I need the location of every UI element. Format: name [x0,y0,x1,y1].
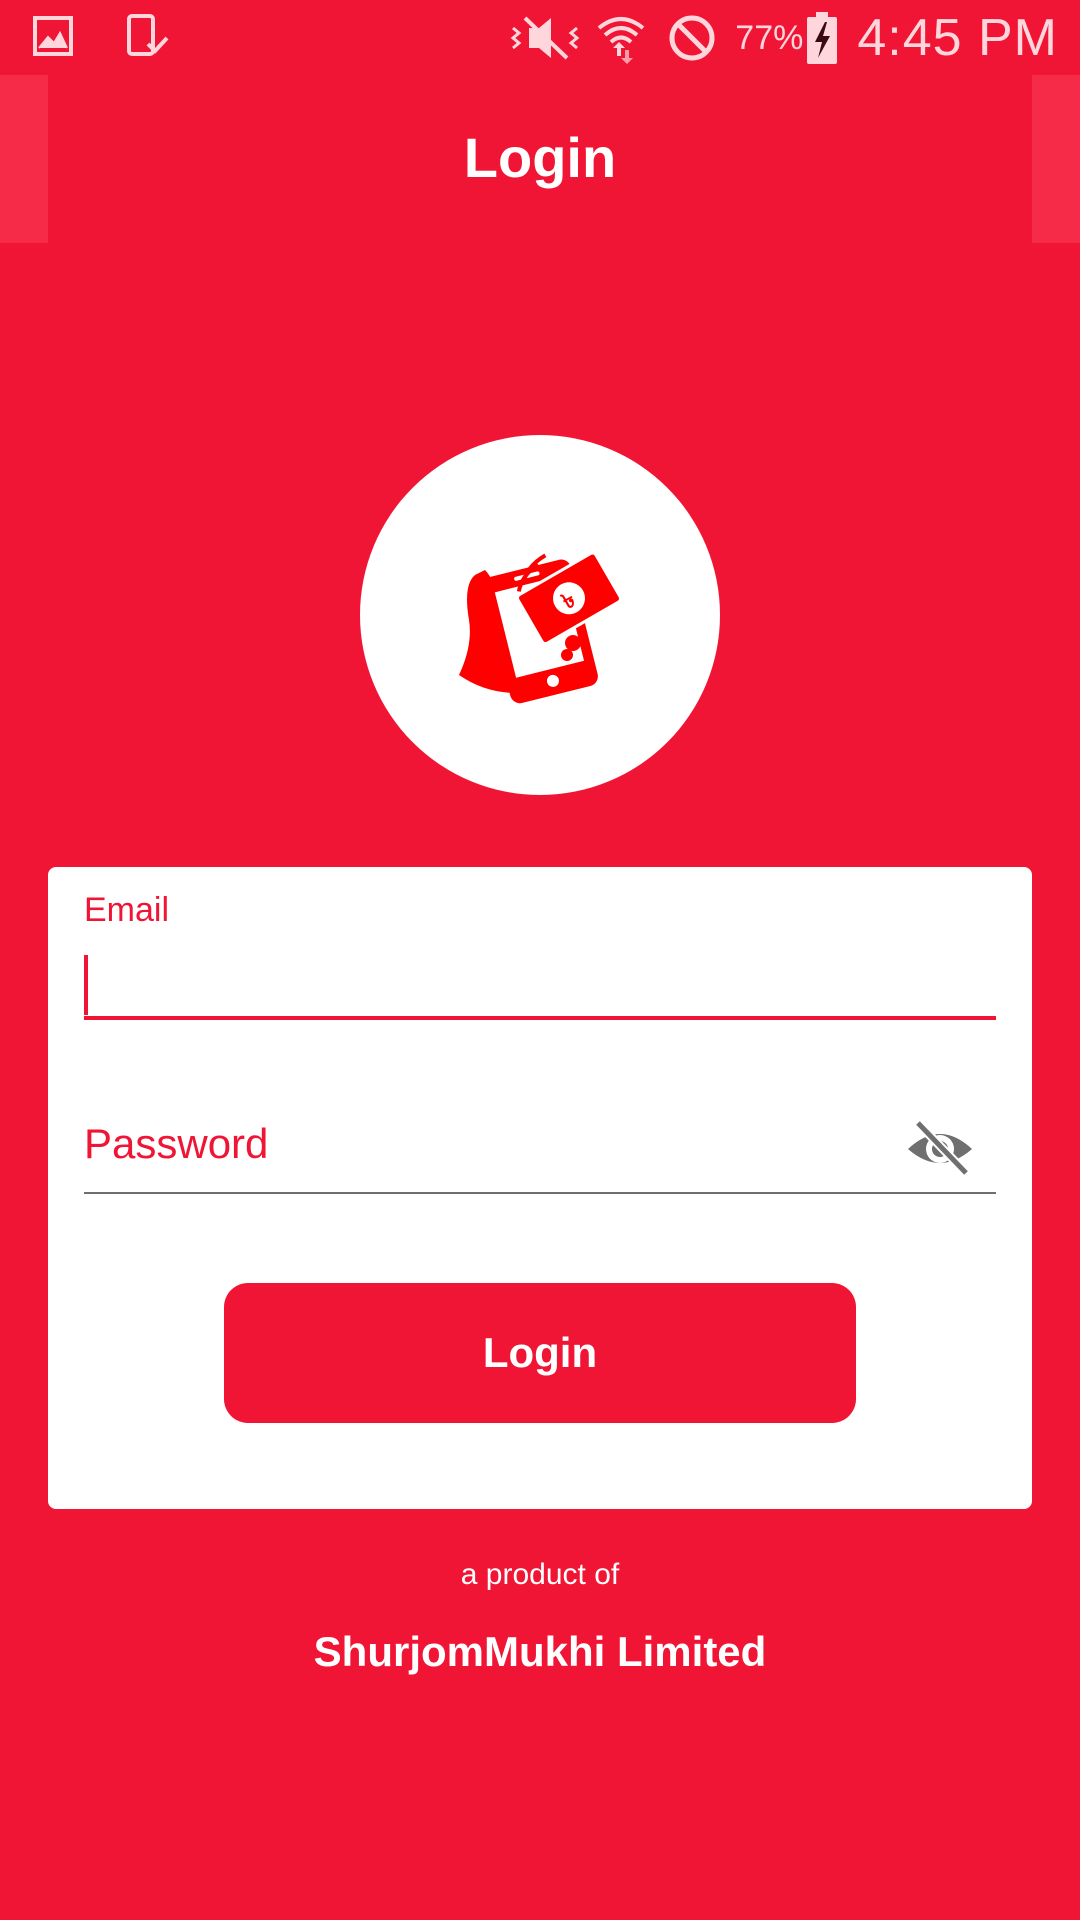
app-logo: ৳ [360,435,720,795]
battery-charging-icon [807,12,838,64]
footer-tagline: a product of [460,1558,620,1591]
battery-percent: 77% [735,18,804,57]
password-field[interactable] [84,1107,904,1187]
email-field[interactable] [84,951,996,1021]
login-card: Email Password Login [48,867,1032,1509]
app-bar: Login [0,75,1080,243]
wifi-icon [595,12,647,64]
company-name: ShurjomMukhi Limited [313,1628,767,1675]
status-clock: 4:45 PM [857,9,1058,67]
email-label: Email [84,891,170,929]
vibrate-mute-icon [509,14,581,62]
visibility-off-icon[interactable] [900,1115,980,1179]
text-cursor [84,955,88,1015]
email-underline [84,1016,996,1020]
device-check-notification-icon [126,14,170,58]
mobile-wallet-icon: ৳ [459,551,623,704]
do-not-disturb-icon [667,13,717,63]
page-title: Login [463,126,617,189]
status-bar: 77% 4:45 PM [0,0,1080,75]
password-underline [84,1192,996,1194]
login-button[interactable]: Login [224,1283,856,1423]
gallery-notification-icon [32,15,74,57]
